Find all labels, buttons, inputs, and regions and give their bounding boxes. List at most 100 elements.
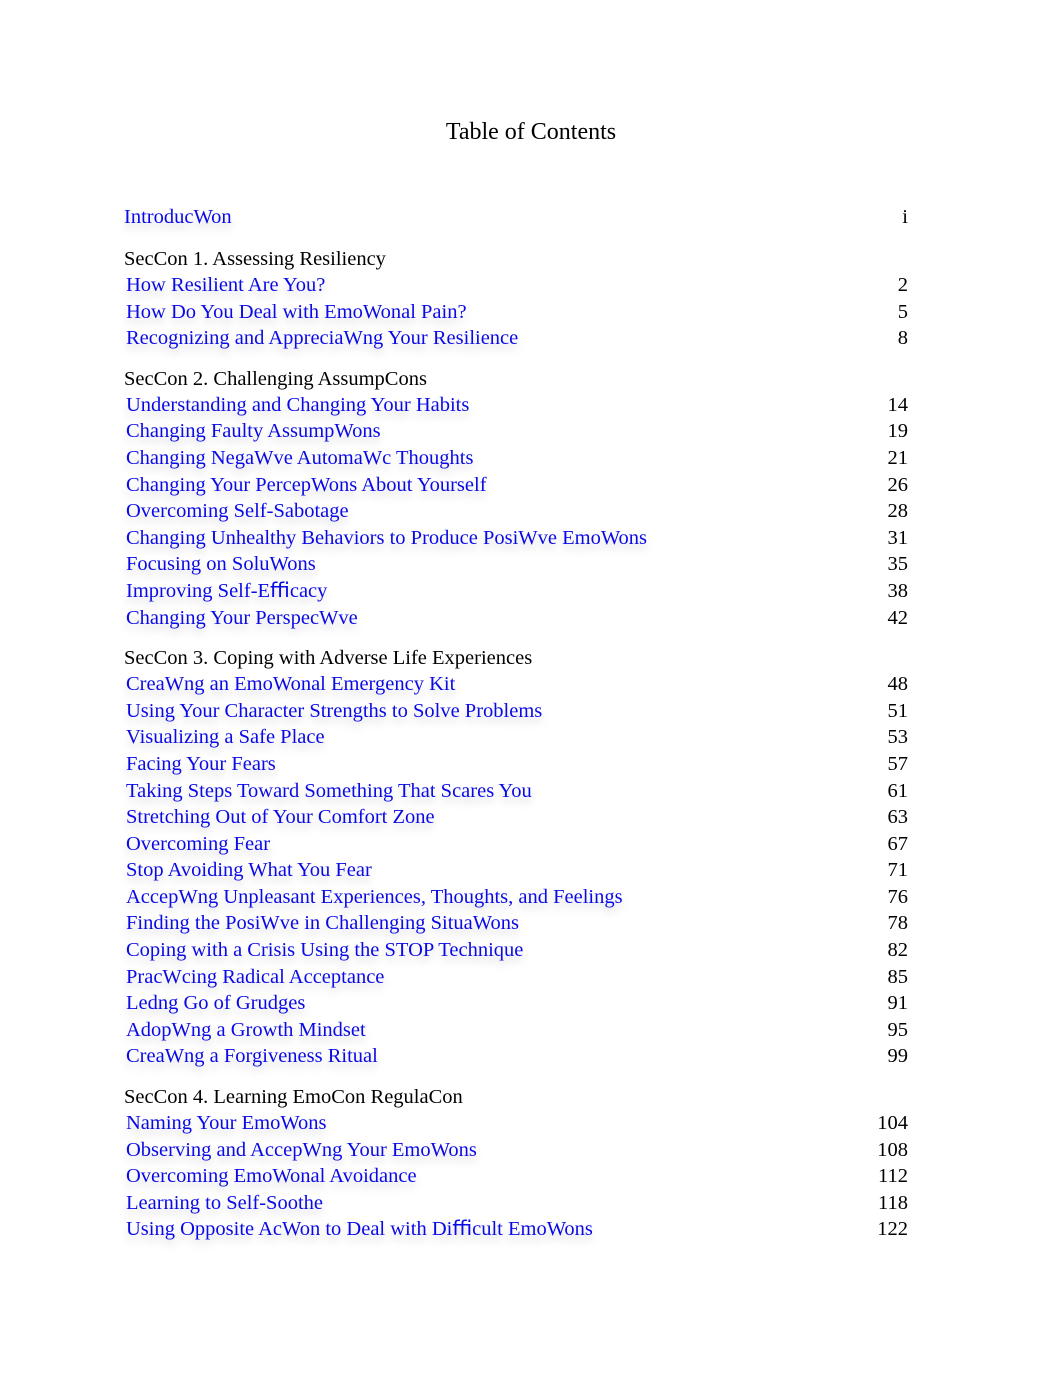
- toc-entry[interactable]: Using Your Character Strengths to Solve …: [124, 698, 910, 725]
- toc-entry-page: 14: [887, 393, 909, 416]
- toc-entry-link[interactable]: Overcoming Fear: [124, 831, 270, 858]
- toc-entry-page: 26: [887, 473, 909, 496]
- toc-entry-link[interactable]: Taking Steps Toward Something That Scare…: [124, 778, 532, 805]
- toc-entry-link[interactable]: Improving Self-Eﬃcacy: [124, 578, 327, 605]
- toc-entry-page: 118: [878, 1191, 908, 1214]
- toc-entry-page: 82: [887, 939, 909, 962]
- toc-section: SecCon 3. Coping with Adverse Life Exper…: [124, 645, 910, 1070]
- toc-entry-link[interactable]: How Resilient Are You?: [124, 272, 325, 299]
- toc-entry-page: 85: [887, 965, 909, 988]
- toc-entry[interactable]: Recognizing and AppreciaWng Your Resilie…: [124, 325, 910, 352]
- toc-entry-page: 42: [887, 606, 909, 629]
- toc-entry-page: 2: [897, 274, 908, 296]
- toc-entry-link[interactable]: Facing Your Fears: [124, 751, 276, 778]
- toc-section: SecCon 1. Assessing Resiliency How Resili…: [124, 246, 910, 352]
- toc-entry[interactable]: Changing Your PercepWons About Yourself 2…: [124, 472, 910, 499]
- toc-entry-page: 99: [887, 1045, 909, 1068]
- toc-entry-page: 95: [887, 1018, 909, 1041]
- toc-section: SecCon 2. Challenging AssumpCons Understa…: [124, 366, 910, 631]
- toc-entry-link[interactable]: CreaWng an EmoWonal Emergency Kit: [124, 671, 455, 698]
- toc-entry-page: 122: [877, 1218, 908, 1241]
- toc-entry-link[interactable]: Finding the PosiWve in Challenging Situa…: [124, 910, 519, 937]
- toc-entry-link[interactable]: Stop Avoiding What You Fear: [124, 857, 372, 884]
- toc-entry[interactable]: How Do You Deal with EmoWonal Pain? 5: [124, 299, 910, 326]
- toc-entry[interactable]: Stop Avoiding What You Fear 71: [124, 857, 910, 884]
- toc-entry-page: 51: [887, 699, 909, 722]
- toc-entry[interactable]: How Resilient Are You? 2: [124, 272, 910, 299]
- toc-entry[interactable]: Coping with a Crisis Using the STOP Tech…: [124, 937, 910, 964]
- toc-entry[interactable]: Stretching Out of Your Comfort Zone 63: [124, 804, 910, 831]
- toc-entry-link[interactable]: IntroducWon: [124, 202, 232, 232]
- toc-sections: SecCon 1. Assessing Resiliency How Resili…: [124, 246, 910, 1243]
- toc-entry-link[interactable]: Using Your Character Strengths to Solve …: [124, 698, 542, 725]
- toc-entry-page: 61: [887, 779, 909, 802]
- table-of-contents: IntroducWon i SecCon 1. Assessing Resili…: [124, 202, 910, 1243]
- toc-entry-link[interactable]: Coping with a Crisis Using the STOP Tech…: [124, 937, 523, 964]
- toc-entry-link[interactable]: Understanding and Changing Your Habits: [124, 392, 469, 419]
- section-heading: SecCon 1. Assessing Resiliency: [124, 248, 386, 270]
- toc-entry-link[interactable]: AccepWng Unpleasant Experiences, Thought…: [124, 884, 623, 911]
- toc-entry[interactable]: AdopWng a Growth Mindset 95: [124, 1017, 910, 1044]
- toc-entry-introduction[interactable]: IntroducWon i: [124, 202, 910, 232]
- toc-entry[interactable]: CreaWng a Forgiveness Ritual 99: [124, 1043, 910, 1070]
- toc-entry[interactable]: PracWcing Radical Acceptance 85: [124, 964, 910, 991]
- toc-entry-page: i: [902, 206, 908, 228]
- toc-entry[interactable]: Ledng Go of Grudges 91: [124, 990, 910, 1017]
- toc-entry-link[interactable]: Overcoming EmoWonal Avoidance: [124, 1163, 417, 1190]
- toc-entry[interactable]: Changing NegaWve AutomaWc Thoughts 21: [124, 445, 910, 472]
- toc-entry-page: 78: [887, 912, 909, 935]
- toc-entry-link[interactable]: Visualizing a Safe Place: [124, 724, 325, 751]
- toc-entry-link[interactable]: AdopWng a Growth Mindset: [124, 1017, 366, 1044]
- toc-entry-link[interactable]: Changing Faulty AssumpWons: [124, 418, 381, 445]
- toc-entry[interactable]: Improving Self-Eﬃcacy 38: [124, 578, 910, 605]
- toc-entry[interactable]: CreaWng an EmoWonal Emergency Kit 48: [124, 671, 910, 698]
- toc-entry-link[interactable]: Changing NegaWve AutomaWc Thoughts: [124, 445, 473, 472]
- toc-entry-link[interactable]: Observing and AccepWng Your EmoWons: [124, 1137, 477, 1164]
- toc-entry-link[interactable]: PracWcing Radical Acceptance: [124, 964, 384, 991]
- toc-entry[interactable]: Focusing on SoluWons 35: [124, 551, 910, 578]
- toc-entry-page: 67: [887, 832, 909, 855]
- toc-entry[interactable]: Overcoming Fear 67: [124, 831, 910, 858]
- toc-entry-link[interactable]: Stretching Out of Your Comfort Zone: [124, 804, 435, 831]
- toc-entry-page: 71: [887, 859, 909, 882]
- toc-entry-page: 31: [887, 526, 909, 549]
- toc-entry-link[interactable]: Recognizing and AppreciaWng Your Resilie…: [124, 325, 518, 352]
- toc-entry[interactable]: Using Opposite AcWon to Deal with Diﬃcul…: [124, 1216, 910, 1243]
- toc-entry[interactable]: AccepWng Unpleasant Experiences, Thought…: [124, 884, 910, 911]
- toc-entry-link[interactable]: Overcoming Self-Sabotage: [124, 498, 349, 525]
- toc-entry-page: 21: [887, 446, 909, 469]
- toc-entry[interactable]: Overcoming EmoWonal Avoidance 112: [124, 1163, 910, 1190]
- toc-entry[interactable]: Naming Your EmoWons 104: [124, 1110, 910, 1137]
- toc-entry-link[interactable]: Naming Your EmoWons: [124, 1110, 327, 1137]
- toc-entry[interactable]: Observing and AccepWng Your EmoWons 108: [124, 1137, 910, 1164]
- section-heading: SecCon 4. Learning EmoCon RegulaCon: [124, 1086, 463, 1109]
- toc-entry-link[interactable]: Changing Your PerspecWve: [124, 605, 358, 632]
- toc-entry-link[interactable]: CreaWng a Forgiveness Ritual: [124, 1043, 378, 1070]
- toc-entry-page: 112: [878, 1165, 908, 1188]
- toc-entry-link[interactable]: Focusing on SoluWons: [124, 551, 316, 578]
- toc-entry-link[interactable]: Using Opposite AcWon to Deal with Diﬃcul…: [124, 1216, 593, 1243]
- toc-entry-page: 91: [887, 992, 909, 1015]
- toc-entry-link[interactable]: Changing Unhealthy Behaviors to Produce …: [124, 525, 647, 552]
- toc-entry-page: 104: [877, 1112, 908, 1135]
- toc-entry-page: 48: [887, 673, 909, 696]
- toc-entry[interactable]: Finding the PosiWve in Challenging Situa…: [124, 910, 910, 937]
- toc-entry-page: 8: [897, 327, 908, 350]
- toc-entry-page: 53: [887, 726, 909, 749]
- toc-entry[interactable]: Learning to Self-Soothe 118: [124, 1190, 910, 1217]
- toc-entry[interactable]: Taking Steps Toward Something That Scare…: [124, 778, 910, 805]
- toc-entry-link[interactable]: Changing Your PercepWons About Yourself: [124, 472, 487, 499]
- toc-entry[interactable]: Changing Faulty AssumpWons 19: [124, 418, 910, 445]
- toc-entry-link[interactable]: Learning to Self-Soothe: [124, 1190, 323, 1217]
- toc-entry-link[interactable]: How Do You Deal with EmoWonal Pain?: [124, 299, 467, 326]
- toc-entry[interactable]: Overcoming Self-Sabotage 28: [124, 498, 910, 525]
- toc-entry-page: 5: [897, 300, 908, 323]
- toc-entry[interactable]: Visualizing a Safe Place 53: [124, 724, 910, 751]
- toc-entry-page: 63: [887, 806, 909, 829]
- section-heading: SecCon 3. Coping with Adverse Life Exper…: [124, 647, 533, 670]
- toc-entry-link[interactable]: Ledng Go of Grudges: [124, 990, 305, 1017]
- toc-entry[interactable]: Understanding and Changing Your Habits 14: [124, 392, 910, 419]
- toc-entry[interactable]: Changing Unhealthy Behaviors to Produce …: [124, 525, 910, 552]
- toc-entry[interactable]: Facing Your Fears 57: [124, 751, 910, 778]
- toc-entry[interactable]: Changing Your PerspecWve 42: [124, 605, 910, 632]
